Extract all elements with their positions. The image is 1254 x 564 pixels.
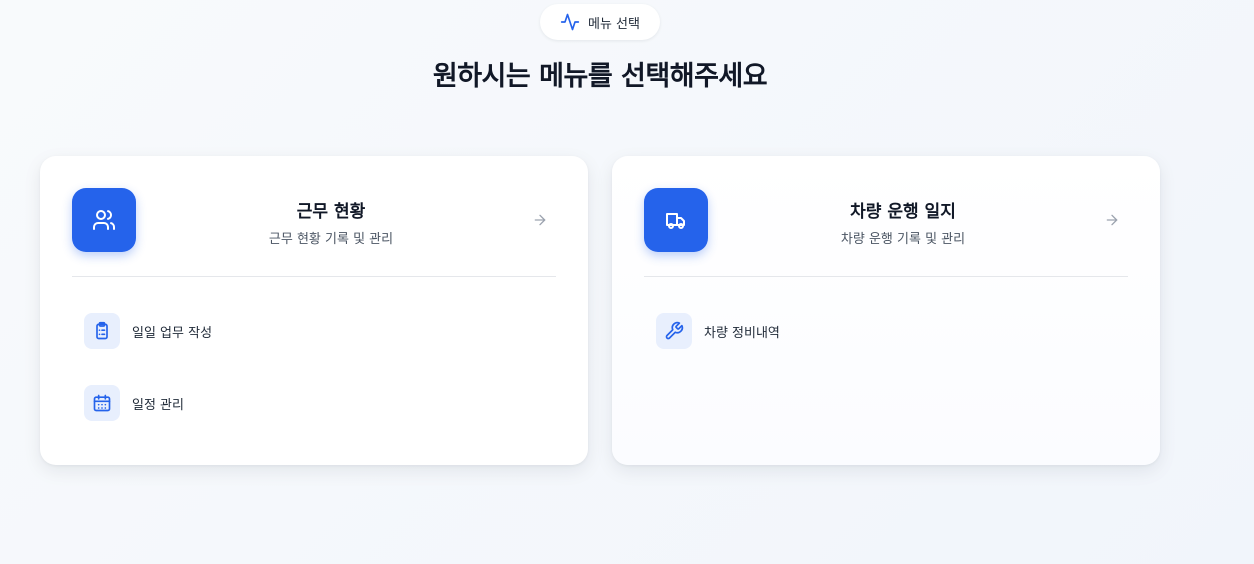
arrow-right-icon[interactable] — [532, 212, 548, 228]
card-work-status[interactable]: 근무 현황 근무 현황 기록 및 관리 일일 업무 작성 일정 관리 — [40, 156, 588, 465]
menu-item-daily-work[interactable]: 일일 업무 작성 — [84, 313, 544, 349]
divider — [72, 276, 556, 277]
menu-item-schedule[interactable]: 일정 관리 — [84, 385, 544, 421]
truck-icon — [644, 188, 708, 252]
clipboard-list-icon — [84, 313, 120, 349]
calendar-icon — [84, 385, 120, 421]
menu-item-vehicle-maintenance[interactable]: 차량 정비내역 — [656, 313, 1116, 349]
menu-item-label: 차량 정비내역 — [704, 325, 780, 341]
arrow-right-icon[interactable] — [1104, 212, 1120, 228]
wrench-icon — [656, 313, 692, 349]
menu-item-label: 일일 업무 작성 — [132, 325, 213, 341]
card-subtitle: 근무 현황 기록 및 관리 — [268, 232, 394, 247]
activity-icon — [560, 12, 580, 32]
badge-label: 메뉴 선택 — [588, 16, 640, 32]
page-title: 원하시는 메뉴를 선택해주세요 — [432, 61, 768, 92]
card-title: 차량 운행 일지 — [850, 202, 956, 222]
card-vehicle-log[interactable]: 차량 운행 일지 차량 운행 기록 및 관리 차량 정비내역 — [612, 156, 1160, 465]
divider — [644, 276, 1128, 277]
menu-select-badge: 메뉴 선택 — [540, 4, 660, 40]
card-header[interactable]: 차량 운행 일지 차량 운행 기록 및 관리 — [644, 188, 1128, 252]
card-subtitle: 차량 운행 기록 및 관리 — [840, 232, 966, 247]
users-icon — [72, 188, 136, 252]
card-title: 근무 현황 — [296, 202, 366, 222]
menu-item-label: 일정 관리 — [132, 397, 184, 413]
card-header[interactable]: 근무 현황 근무 현황 기록 및 관리 — [72, 188, 556, 252]
